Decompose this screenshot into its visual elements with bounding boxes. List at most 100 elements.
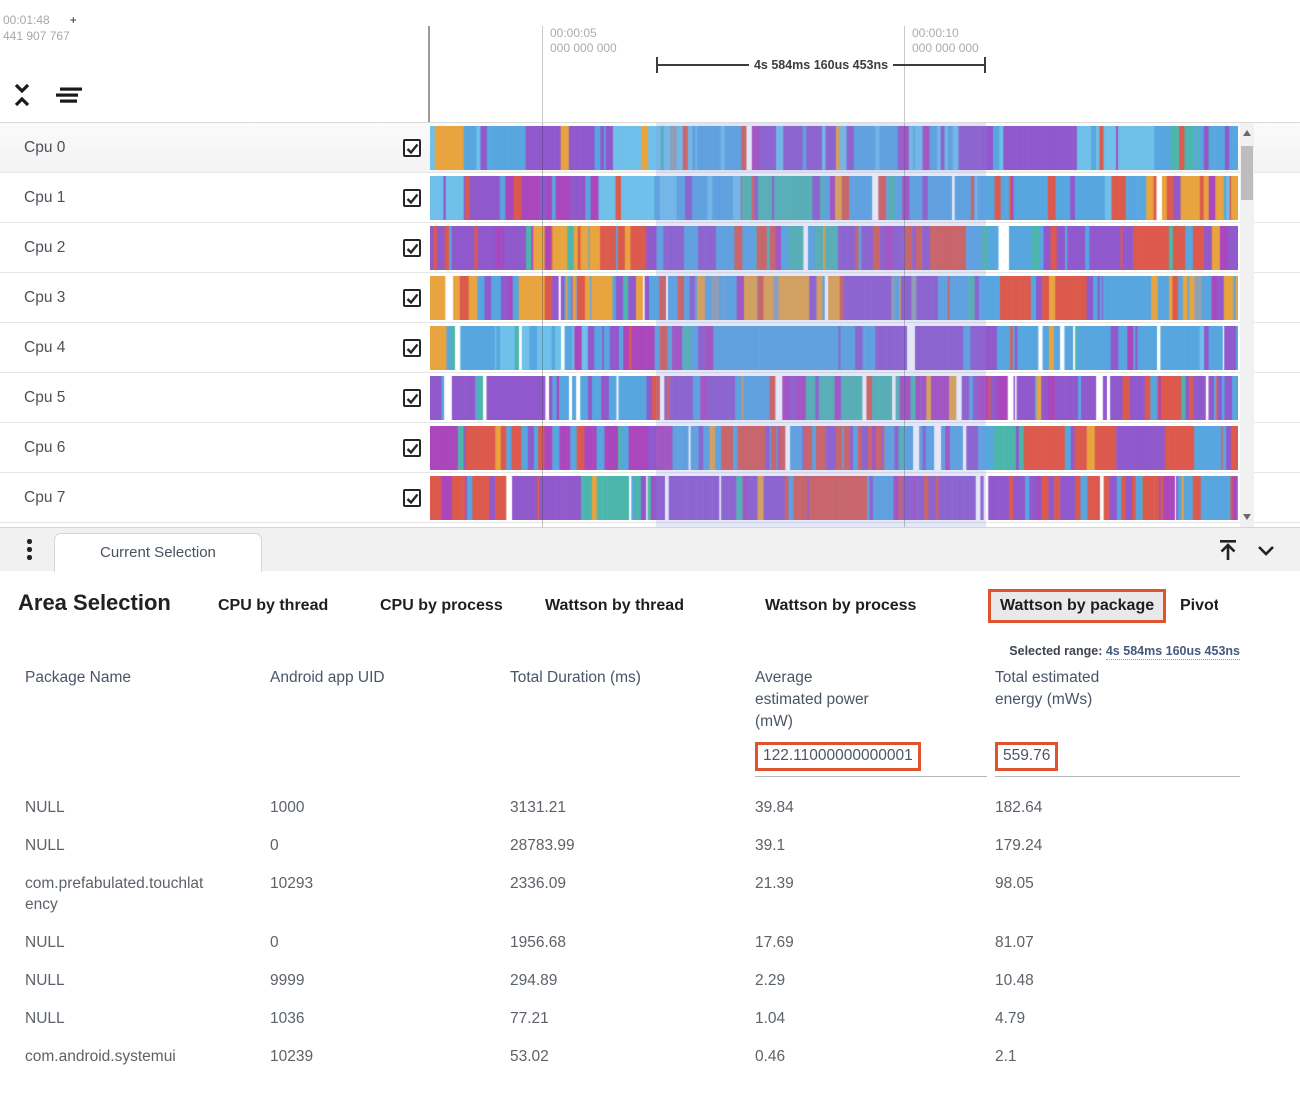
table-cell: 182.64 [995, 789, 1240, 827]
aggregation-tab-pivot[interactable]: Pivot [1180, 597, 1218, 615]
cpu-slices-track[interactable] [430, 126, 1238, 170]
cpu-track-checkbox[interactable] [403, 289, 421, 307]
cpu-track-checkbox[interactable] [403, 439, 421, 457]
timeline-tick-5s [542, 26, 543, 122]
table-cell: 1956.68 [510, 924, 755, 962]
aggregation-tab-wattson-by-package[interactable]: Wattson by package [988, 589, 1166, 623]
table-row[interactable]: NULL 9999294.892.2910.48 [25, 962, 1240, 1000]
table-cell: NULL [25, 962, 230, 1000]
wattson-package-table: Package Name Android app UID Total Durat… [25, 667, 1240, 1076]
offset-time: 00:01:48 [3, 13, 50, 27]
col-header-total-energy[interactable]: Total estimated energy (mWs) [995, 667, 1180, 733]
table-cell: 10.48 [995, 962, 1240, 1000]
collapse-panel-icon[interactable] [1254, 537, 1278, 568]
panel-menu-icon[interactable] [27, 539, 32, 563]
cpu-track-checkbox[interactable] [403, 489, 421, 507]
cpu-track-checkbox[interactable] [403, 339, 421, 357]
table-cell: 21.39 [755, 865, 995, 924]
table-row[interactable]: NULL01956.6817.6981.07 [25, 924, 1240, 962]
scrollbar-up-arrow[interactable] [1243, 130, 1251, 136]
table-cell: 4.79 [995, 1000, 1240, 1038]
aggregation-tab-cpu-by-thread[interactable]: CPU by thread [218, 597, 328, 615]
table-cell: 10239 [270, 1038, 510, 1076]
table-cell: 98.05 [995, 865, 1240, 924]
aggregation-tab-cpu-by-process[interactable]: CPU by process [380, 597, 503, 615]
table-cell: 17.69 [755, 924, 995, 962]
aggregation-tab-bar: Area Selection CPU by threadCPU by proce… [0, 587, 1218, 631]
aggregation-tab-wattson-by-process[interactable]: Wattson by process [765, 597, 916, 615]
selected-range-value[interactable]: 4s 584ms 160us 453ns [1106, 644, 1240, 660]
selected-range-label: Selected range: [1009, 644, 1102, 658]
table-cell: 2336.09 [510, 865, 755, 924]
table-row[interactable]: com.android.systemui1023953.020.462.1 [25, 1038, 1240, 1076]
collapse-tracks-icon[interactable] [10, 82, 34, 108]
table-row[interactable]: NULL103677.211.044.79 [25, 1000, 1240, 1038]
timeline-header: 00:01:48 + 441 907 767 00:00:05000 000 00… [0, 0, 1300, 122]
table-cell: 28783.99 [510, 827, 755, 865]
avg-power-total-value: 122.11000000000001 [755, 742, 921, 771]
table-header-row: Package Name Android app UID Total Durat… [25, 667, 1240, 733]
table-cell: NULL [25, 1000, 230, 1038]
col-header-package-name[interactable]: Package Name [25, 667, 270, 733]
cpu-track-label: Cpu 3 [24, 273, 65, 322]
table-summary-row: 122.11000000000001 559.76 [25, 742, 1240, 777]
cpu-track-checkbox[interactable] [403, 189, 421, 207]
scrollbar-down-arrow[interactable] [1243, 514, 1251, 520]
col-header-android-app-uid[interactable]: Android app UID [270, 667, 510, 733]
cpu-slices-track[interactable] [430, 326, 1238, 370]
scrollbar-thumb[interactable] [1241, 146, 1253, 200]
selection-duration-label: 4s 584ms 160us 453ns [749, 58, 893, 72]
perfetto-trace-viewer: 00:01:48 + 441 907 767 00:00:05000 000 00… [0, 0, 1300, 1104]
trace-time-offset: 00:01:48 + 441 907 767 [3, 12, 77, 44]
table-cell: 179.24 [995, 827, 1240, 865]
col-header-total-duration[interactable]: Total Duration (ms) [510, 667, 755, 733]
table-cell: NULL [25, 789, 230, 827]
cpu-track-label: Cpu 4 [24, 323, 65, 372]
cpu-slices-track[interactable] [430, 276, 1238, 320]
table-row[interactable]: NULL028783.9939.1179.24 [25, 827, 1240, 865]
col-header-avg-power[interactable]: Average estimated power (mW) [755, 667, 910, 733]
table-cell: 77.21 [510, 1000, 755, 1038]
cpu-slices-track[interactable] [430, 226, 1238, 270]
table-row[interactable]: com.prefabulated.touchlatency 102932336.0… [25, 865, 1240, 924]
cpu-track-checkbox[interactable] [403, 389, 421, 407]
table-cell: 1036 [270, 1000, 510, 1038]
cpu-track-label: Cpu 1 [24, 173, 65, 222]
table-cell: NULL [25, 827, 230, 865]
table-cell: 294.89 [510, 962, 755, 1000]
cpu-track-label: Cpu 7 [24, 473, 65, 522]
vertical-scrollbar[interactable] [1240, 123, 1254, 527]
cpu-slices-track[interactable] [430, 376, 1238, 420]
details-tab-strip: Current Selection [0, 527, 1300, 571]
offset-plus: + [70, 13, 77, 27]
expand-panel-to-top-icon[interactable] [1216, 537, 1240, 568]
cpu-track-label: Cpu 2 [24, 223, 65, 272]
table-row[interactable]: NULL10003131.2139.84182.64 [25, 789, 1240, 827]
cpu-track-row: Cpu 4 [0, 323, 1300, 373]
cpu-track-checkbox[interactable] [403, 139, 421, 157]
tab-current-selection[interactable]: Current Selection [54, 533, 262, 572]
table-cell: com.prefabulated.touchlatency [25, 865, 230, 924]
details-panel: Current Selection Are [0, 527, 1300, 1104]
table-cell: 39.84 [755, 789, 995, 827]
timeline-tick-10s [904, 26, 905, 122]
table-cell: 10293 [270, 865, 510, 924]
cpu-track-checkbox[interactable] [403, 239, 421, 257]
cpu-slices-track[interactable] [430, 426, 1238, 470]
offset-nanoseconds: 441 907 767 [3, 28, 77, 44]
cpu-track-label: Cpu 6 [24, 423, 65, 472]
cpu-track-row: Cpu 1 [0, 173, 1300, 223]
selected-range: Selected range: 4s 584ms 160us 453ns [0, 644, 1240, 658]
timeline-origin-line [428, 26, 430, 122]
cpu-track-row: Cpu 2 [0, 223, 1300, 273]
total-energy-value: 559.76 [995, 742, 1058, 771]
table-cell: 2.29 [755, 962, 995, 1000]
track-filter-icon[interactable] [52, 83, 82, 107]
cpu-slices-track[interactable] [430, 476, 1238, 520]
track-list: Cpu 0Cpu 1Cpu 2Cpu 3Cpu 4Cpu 5Cpu 6Cpu 7 [0, 122, 1300, 527]
aggregation-tab-wattson-by-thread[interactable]: Wattson by thread [545, 597, 684, 615]
table-cell: 81.07 [995, 924, 1240, 962]
tick-label-5s: 00:00:05000 000 000 [550, 26, 617, 56]
cpu-slices-track[interactable] [430, 176, 1238, 220]
table-cell: 9999 [270, 962, 510, 1000]
